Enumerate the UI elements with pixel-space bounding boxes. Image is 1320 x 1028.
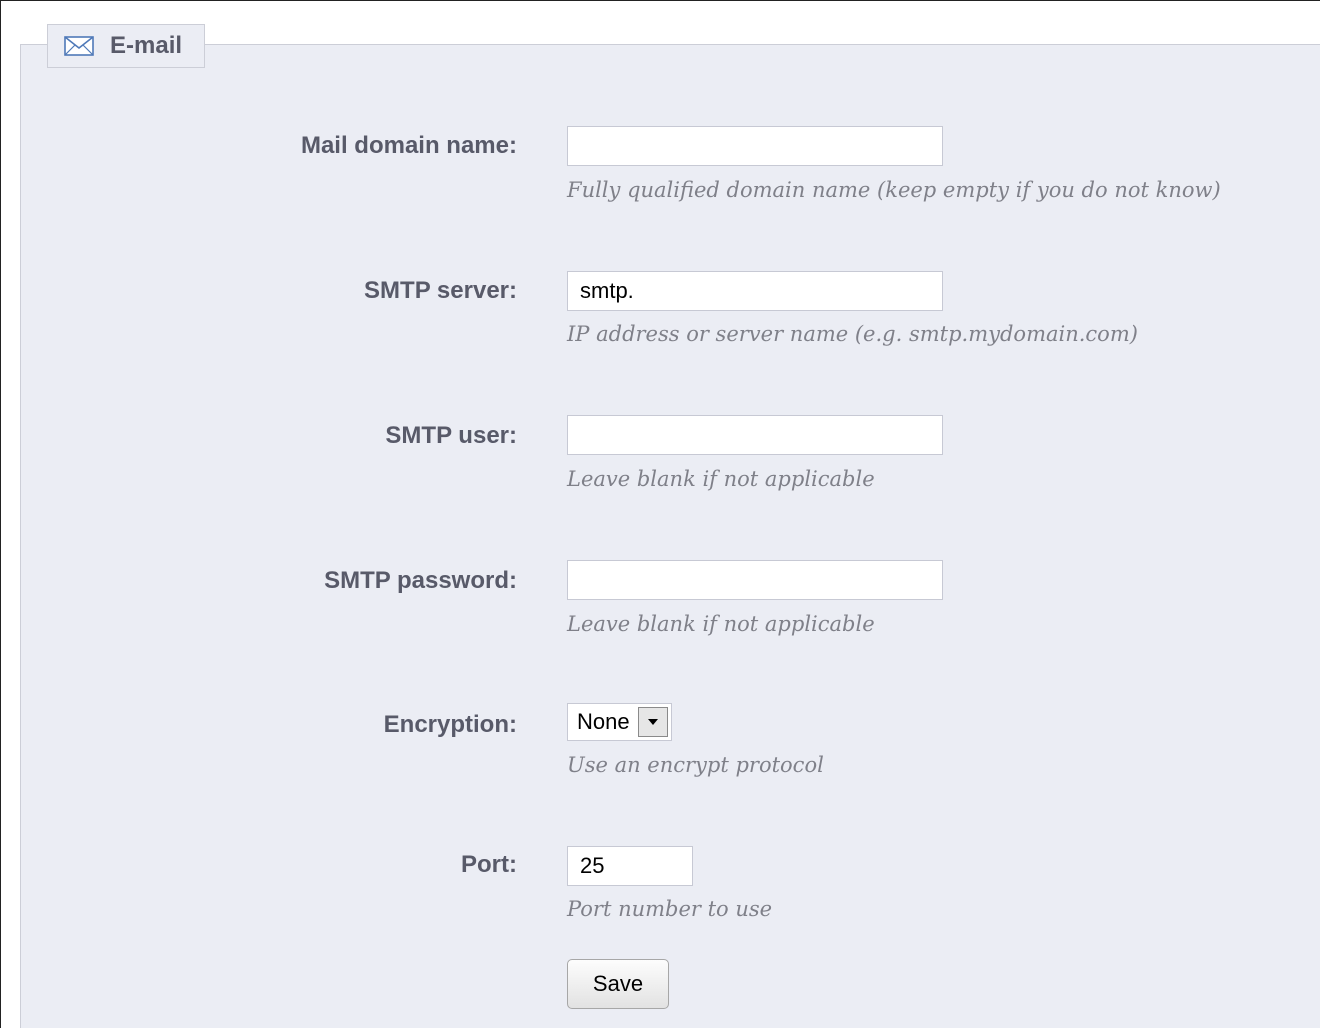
section-legend: E-mail [47, 24, 205, 68]
port-input[interactable] [567, 846, 693, 886]
port-label: Port: [461, 851, 517, 878]
save-button[interactable]: Save [567, 959, 669, 1009]
smtp-user-label: SMTP user: [385, 422, 517, 449]
encryption-select[interactable]: None [567, 703, 672, 741]
mail-domain-label: Mail domain name: [300, 132, 517, 159]
chevron-down-icon[interactable] [638, 707, 668, 737]
port-hint: Port number to use [567, 897, 773, 921]
smtp-server-hint: IP address or server name (e.g. smtp.myd… [567, 322, 1138, 346]
smtp-password-label: SMTP password: [324, 567, 517, 594]
encryption-selected-value: None [577, 709, 630, 734]
smtp-server-input[interactable] [567, 271, 943, 311]
smtp-user-input[interactable] [567, 415, 943, 455]
smtp-password-input[interactable] [567, 560, 943, 600]
encryption-label: Encryption: [383, 711, 517, 738]
mail-domain-hint: Fully qualified domain name (keep empty … [567, 178, 1221, 202]
envelope-icon [64, 36, 94, 56]
encryption-hint: Use an encrypt protocol [567, 753, 824, 777]
section-title: E-mail [110, 32, 183, 59]
mail-domain-input[interactable] [567, 126, 943, 166]
smtp-password-hint: Leave blank if not applicable [567, 612, 875, 636]
smtp-user-hint: Leave blank if not applicable [567, 467, 875, 491]
smtp-server-label: SMTP server: [364, 277, 517, 304]
